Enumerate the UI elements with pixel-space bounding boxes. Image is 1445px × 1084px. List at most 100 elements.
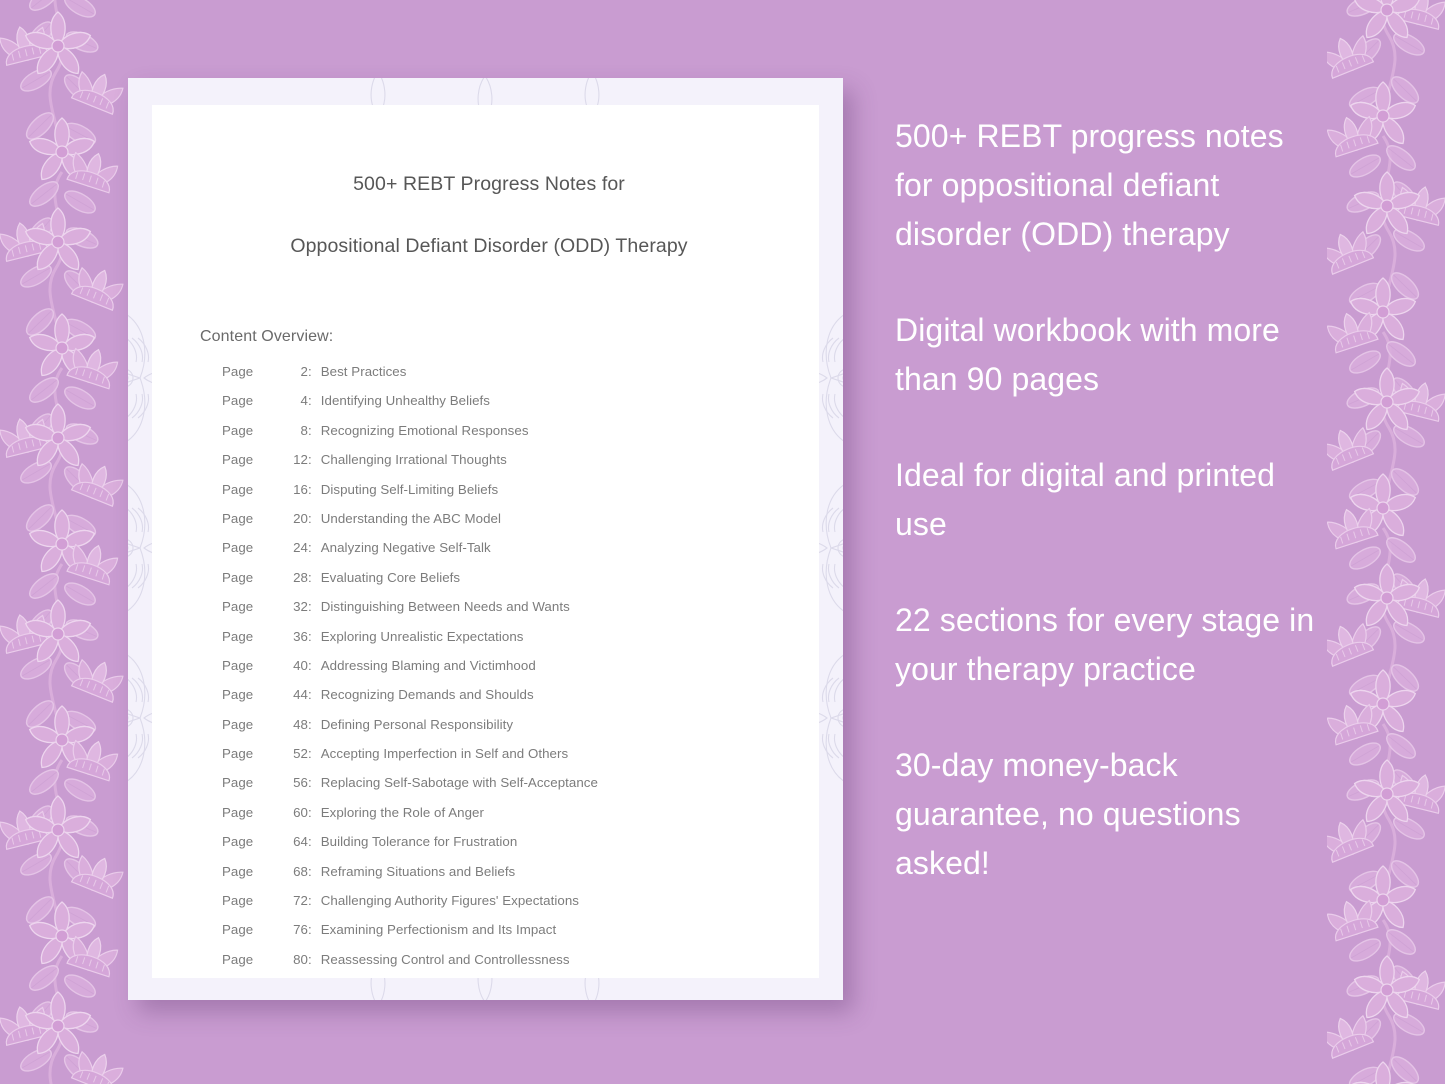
toc-page-number: 72 [293, 893, 308, 909]
toc-colon: : [308, 569, 312, 585]
toc-colon: : [308, 393, 312, 409]
toc-entry-title: Accepting Imperfection in Self and Other… [320, 746, 569, 762]
toc-entry-title: Best Practices [320, 364, 407, 379]
toc-entry: Page 32: Distinguishing Between Needs and … [222, 599, 779, 628]
toc-page-number: 48 [293, 716, 308, 732]
toc-page-number: 2 [300, 364, 308, 379]
toc-entry-title: Addressing Blaming and Victimhood [320, 657, 536, 673]
toc-page-number: 60 [293, 804, 308, 820]
toc-page-number: 64 [293, 834, 308, 850]
toc-page-number: 76 [293, 922, 308, 938]
toc-entry-title: Evaluating Core Beliefs [320, 569, 461, 585]
floral-vine-icon [1327, 0, 1445, 1084]
toc-entry-title: Examining Perfectionism and Its Impact [320, 922, 557, 938]
toc-entry: Page 72: Challenging Authority Figures' Ex… [222, 893, 779, 922]
toc-page-number: 52 [293, 746, 308, 762]
toc-page-number: 56 [293, 775, 308, 791]
toc-entry: Page 16: Disputing Self-Limiting Beliefs [222, 482, 779, 511]
promo-text-block: Digital workbook with more than 90 pages [895, 312, 1280, 397]
toc-page-word: Page [222, 804, 254, 820]
toc-colon: : [308, 687, 312, 703]
toc-colon: : [308, 746, 312, 762]
document-title: 500+ REBT Progress Notes for Oppositiona… [199, 138, 779, 293]
promo-text-block: 500+ REBT progress notes for oppositiona… [895, 118, 1284, 252]
toc-page-word: Page [222, 510, 254, 526]
toc-page-word: Page [222, 393, 254, 409]
toc-colon: : [308, 599, 312, 615]
toc-entry-title: Replacing Self-Sabotage with Self-Accept… [320, 775, 598, 791]
toc-entry: Page 12: Challenging Irrational Thoughts [222, 452, 779, 481]
toc-colon: : [308, 422, 312, 438]
toc-entry-title: Analyzing Negative Self-Talk [320, 540, 491, 556]
toc-entry-title: Defining Personal Responsibility [320, 716, 514, 732]
toc-entry-title: Recognizing Emotional Responses [320, 422, 529, 438]
toc-page-number: 24 [293, 540, 308, 556]
toc-entry-title: Understanding the ABC Model [320, 510, 501, 526]
toc-entry-title: Identifying Unhealthy Beliefs [320, 393, 490, 409]
right-floral-border [1327, 0, 1445, 1084]
toc-entry: Page 52: Accepting Imperfection in Self an… [222, 746, 779, 775]
toc-page-number: 40 [293, 657, 308, 673]
toc-page-word: Page [222, 599, 254, 615]
promo-text-block: Ideal for digital and printed use [895, 457, 1276, 542]
left-floral-border [0, 0, 125, 1084]
toc-colon: : [308, 834, 312, 850]
toc-page-word: Page [222, 746, 254, 762]
toc-entry: Page 44: Recognizing Demands and Shoulds [222, 687, 779, 716]
toc-entry: Page 40: Addressing Blaming and Victimhood [222, 658, 779, 687]
toc-entry: Page 56: Replacing Self-Sabotage with Self… [222, 775, 779, 804]
document-preview-card[interactable]: 500+ REBT Progress Notes for Oppositiona… [128, 78, 843, 1000]
toc-colon: : [308, 893, 312, 909]
toc-page-number: 12 [293, 452, 308, 468]
promo-column: 500+ REBT progress notes for oppositiona… [895, 112, 1327, 888]
toc-colon: : [308, 716, 312, 732]
toc-entry-title: Exploring Unrealistic Expectations [320, 628, 524, 644]
toc-page-word: Page [222, 481, 254, 497]
toc-page-word: Page [222, 716, 254, 732]
toc-entry-title: Building Tolerance for Frustration [320, 834, 518, 850]
toc-page-number: 28 [293, 569, 308, 585]
toc-colon: : [308, 775, 312, 791]
toc-colon: : [308, 364, 312, 379]
toc-entry: Page 76: Examining Perfectionism and Its I… [222, 922, 779, 951]
toc-page-word: Page [222, 540, 254, 556]
toc-page-number: 16 [293, 481, 308, 497]
toc-page-number: 80 [293, 951, 308, 967]
promo-text-block: 30-day money-back guarantee, no question… [895, 747, 1241, 881]
toc-page-number: 20 [293, 510, 308, 526]
toc-entry: Page 24: Analyzing Negative Self-Talk [222, 540, 779, 569]
toc-page-word: Page [222, 569, 254, 585]
toc-entry: Page 80: Reassessing Control and Controlle… [222, 952, 779, 978]
document-title-line-1: 500+ REBT Progress Notes for [353, 173, 625, 195]
toc-entry-title: Distinguishing Between Needs and Wants [320, 599, 570, 615]
toc-page-word: Page [222, 422, 254, 438]
document-title-line-2: Oppositional Defiant Disorder (ODD) Ther… [290, 235, 688, 257]
document-page: 500+ REBT Progress Notes for Oppositiona… [152, 105, 819, 978]
toc-colon: : [308, 804, 312, 820]
toc-page-word: Page [222, 893, 254, 909]
toc-page-number: 8 [300, 422, 308, 438]
toc-page-number: 4 [300, 393, 308, 409]
toc-page-word: Page [222, 687, 254, 703]
toc-colon: : [308, 481, 312, 497]
toc-entry-title: Exploring the Role of Anger [320, 804, 484, 820]
content-overview-label: Content Overview: [200, 328, 334, 345]
toc-entry: Page 68: Reframing Situations and Beliefs [222, 864, 779, 893]
toc-page-word: Page [222, 951, 254, 967]
toc-entry-title: Challenging Irrational Thoughts [320, 452, 507, 468]
toc-entry: Page 60: Exploring the Role of Anger [222, 805, 779, 834]
toc-page-number: 36 [293, 628, 308, 644]
toc-entry-title: Recognizing Demands and Shoulds [320, 687, 534, 703]
toc-colon: : [308, 657, 312, 673]
toc-colon: : [308, 922, 312, 938]
toc-entry: Page 4: Identifying Unhealthy Beliefs [222, 393, 779, 422]
toc-entry: Page 20: Understanding the ABC Model [222, 511, 779, 540]
toc-entry-title: Disputing Self-Limiting Beliefs [320, 481, 499, 497]
toc-page-word: Page [222, 922, 254, 938]
toc-entry: Page 36: Exploring Unrealistic Expectation… [222, 629, 779, 658]
toc-colon: : [308, 863, 312, 879]
toc-entry: Page 64: Building Tolerance for Frustratio… [222, 834, 779, 863]
toc-entry: Page 48: Defining Personal Responsibility [222, 717, 779, 746]
toc-page-word: Page [222, 628, 254, 644]
toc-colon: : [308, 452, 312, 468]
